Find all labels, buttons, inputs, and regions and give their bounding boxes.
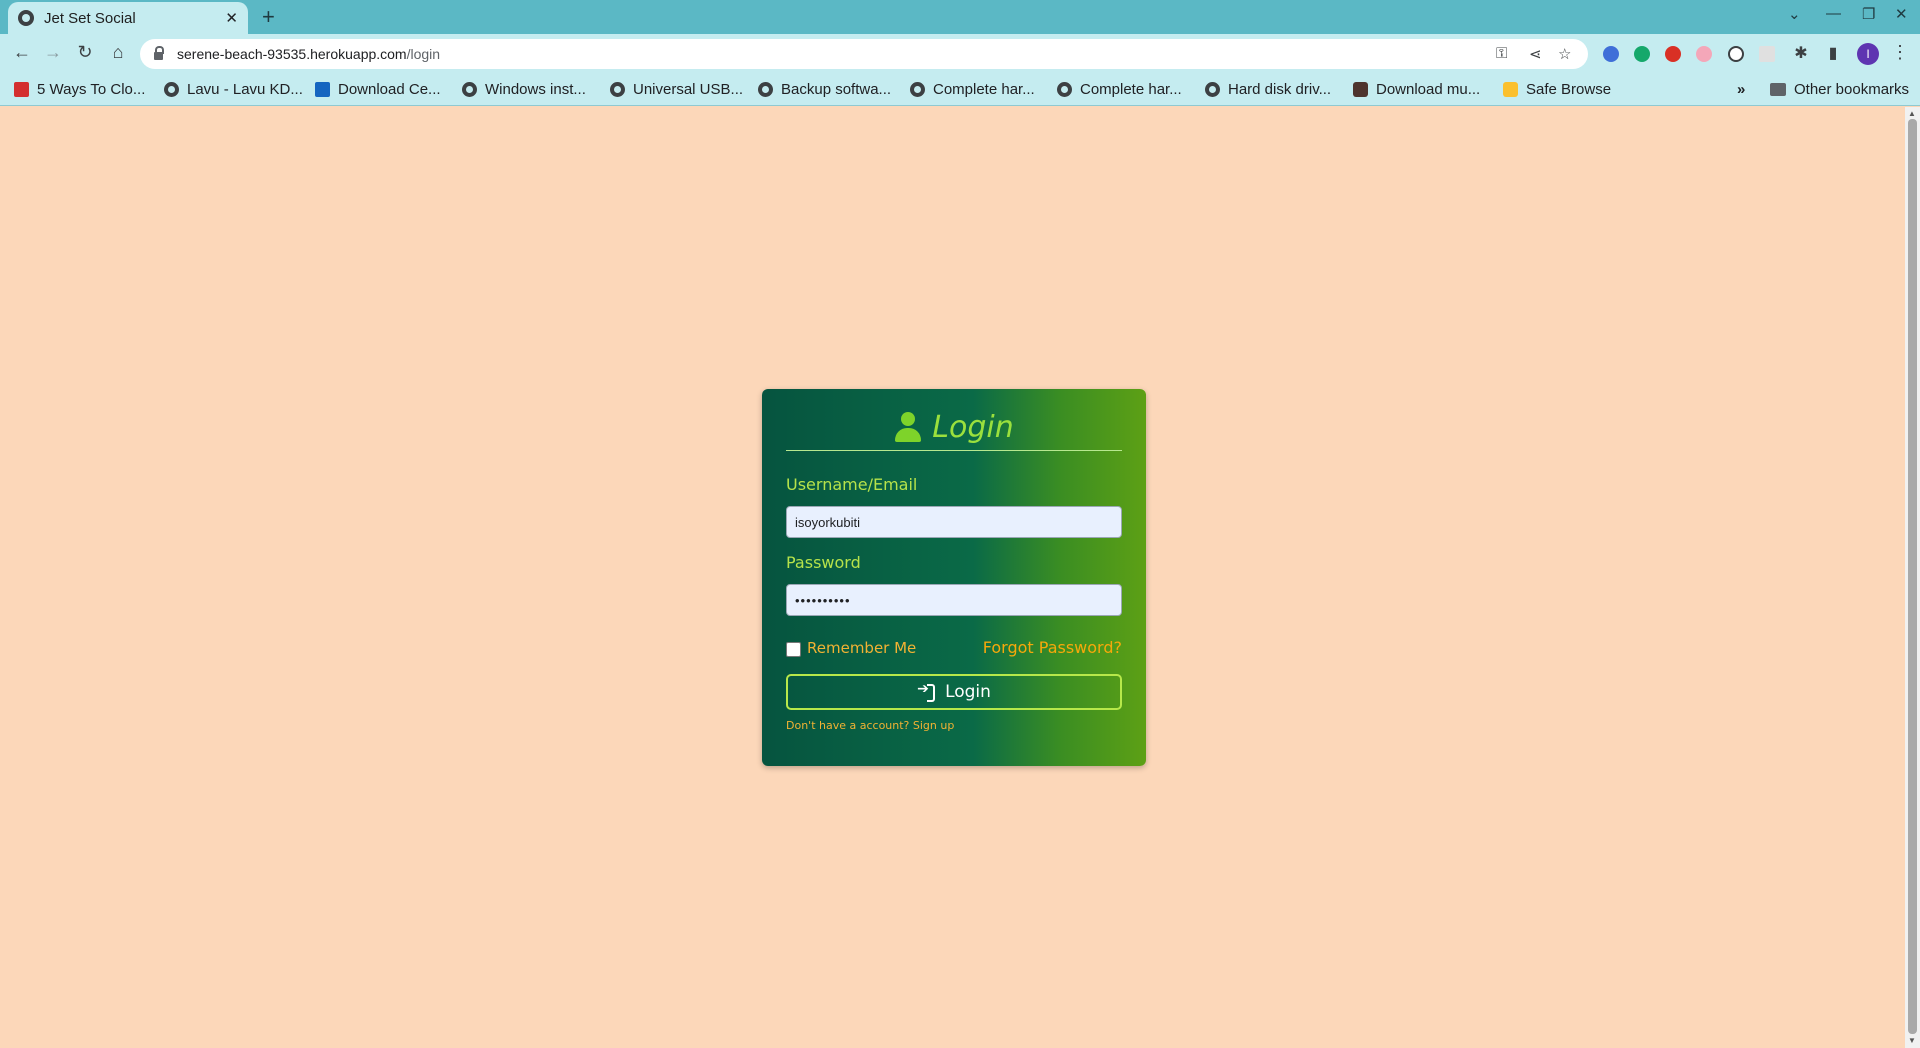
globe-icon — [758, 82, 773, 97]
password-input[interactable] — [786, 584, 1122, 616]
login-header: Login — [786, 410, 1122, 451]
extension-pink-icon[interactable] — [1696, 46, 1712, 62]
extension-blue-icon[interactable] — [1603, 46, 1619, 62]
reload-icon[interactable]: ↻ — [73, 42, 97, 63]
bookmark-star-icon[interactable]: ☆ — [1558, 45, 1571, 63]
username-label: Username/Email — [786, 475, 918, 494]
lock-site-icon — [1503, 82, 1518, 97]
user-icon — [894, 411, 922, 444]
bookmark-item[interactable]: Windows inst... — [462, 81, 586, 98]
sign-in-icon — [917, 681, 936, 702]
new-tab-button[interactable]: + — [262, 4, 275, 30]
key-icon[interactable]: ⚿ — [1496, 45, 1507, 62]
login-card: Login Username/Email Password Remember M… — [762, 389, 1146, 766]
profile-avatar[interactable]: I — [1857, 43, 1879, 65]
bookmark-item[interactable]: Complete har... — [1057, 81, 1182, 98]
bookmark-item[interactable]: Download Ce... — [315, 81, 441, 98]
scroll-up-icon[interactable]: ▲ — [1908, 109, 1916, 118]
bookmark-item[interactable]: Safe Browse — [1503, 81, 1611, 98]
globe-icon — [1205, 82, 1220, 97]
bookmark-item[interactable]: Universal USB... — [610, 81, 743, 98]
globe-icon — [910, 82, 925, 97]
globe-icon — [1057, 82, 1072, 97]
login-button-label: Login — [945, 682, 991, 702]
extension-grammarly-icon[interactable] — [1634, 46, 1650, 62]
bookmark-item[interactable]: Lavu - Lavu KD... — [164, 81, 303, 98]
bookmark-item[interactable]: Backup softwa... — [758, 81, 891, 98]
tab-search-icon[interactable]: ⌄ — [1788, 5, 1801, 23]
globe-icon — [610, 82, 625, 97]
scroll-down-icon[interactable]: ▼ — [1908, 1036, 1916, 1045]
close-window-icon[interactable]: ✕ — [1895, 5, 1908, 23]
address-bar[interactable]: serene-beach-93535.herokuapp.com/login ⚿… — [140, 39, 1588, 69]
globe-icon — [164, 82, 179, 97]
bookmark-item[interactable]: 5 Ways To Clo... — [14, 81, 145, 98]
tab-strip: Jet Set Social ✕ + ⌄ — ❐ ✕ — [0, 0, 1920, 34]
bookmark-item[interactable]: Download mu... — [1353, 81, 1480, 98]
close-tab-icon[interactable]: ✕ — [225, 9, 238, 27]
share-icon[interactable]: ⋖ — [1529, 45, 1542, 63]
minimize-icon[interactable]: — — [1826, 5, 1841, 22]
remember-me-checkbox[interactable] — [786, 642, 801, 657]
bookmark-item[interactable]: Hard disk driv... — [1205, 81, 1331, 98]
remember-me-label[interactable]: Remember Me — [807, 639, 916, 657]
url-host: serene-beach-93535.herokuapp.com — [177, 46, 407, 62]
scrollbar-thumb[interactable] — [1908, 119, 1917, 1034]
bookmark-item[interactable]: Complete har... — [910, 81, 1035, 98]
globe-icon — [462, 82, 477, 97]
url-path: /login — [406, 46, 441, 62]
extensions-puzzle-icon[interactable]: ✱ — [1789, 43, 1813, 63]
menu-kebab-icon[interactable]: ⋮ — [1888, 42, 1912, 63]
bookmarks-overflow-button[interactable]: » — [1737, 81, 1745, 98]
page-scrollbar[interactable]: ▲ ▼ — [1905, 107, 1920, 1048]
extension-circle-icon[interactable] — [1728, 46, 1744, 62]
username-input[interactable] — [786, 506, 1122, 538]
folder-icon — [1770, 83, 1786, 96]
password-label: Password — [786, 553, 861, 572]
login-title: Login — [932, 410, 1014, 445]
restore-icon[interactable]: ❐ — [1862, 5, 1875, 23]
lock-icon — [154, 46, 164, 60]
login-button[interactable]: Login — [786, 674, 1122, 710]
browser-toolbar: ← → ↻ ⌂ serene-beach-93535.herokuapp.com… — [0, 34, 1920, 74]
forgot-password-link[interactable]: Forgot Password? — [983, 638, 1122, 657]
forward-icon[interactable]: → — [41, 42, 65, 63]
extension-red-icon[interactable] — [1665, 46, 1681, 62]
tab-title: Jet Set Social — [44, 9, 136, 27]
blue-site-icon — [315, 82, 330, 97]
bookmarks-bar: 5 Ways To Clo... Lavu - Lavu KD... Downl… — [0, 74, 1920, 106]
red-book-icon — [14, 82, 29, 97]
extension-gray-icon[interactable] — [1759, 46, 1775, 62]
download-site-icon — [1353, 82, 1368, 97]
globe-icon — [18, 10, 34, 26]
home-icon[interactable]: ⌂ — [106, 42, 130, 63]
other-bookmarks-folder[interactable]: Other bookmarks — [1770, 81, 1909, 98]
back-icon[interactable]: ← — [10, 42, 34, 63]
signup-link[interactable]: Don't have a account? Sign up — [786, 719, 954, 732]
tab-jet-set-social[interactable]: Jet Set Social ✕ — [8, 2, 248, 34]
side-panel-icon[interactable]: ▮ — [1821, 43, 1845, 63]
